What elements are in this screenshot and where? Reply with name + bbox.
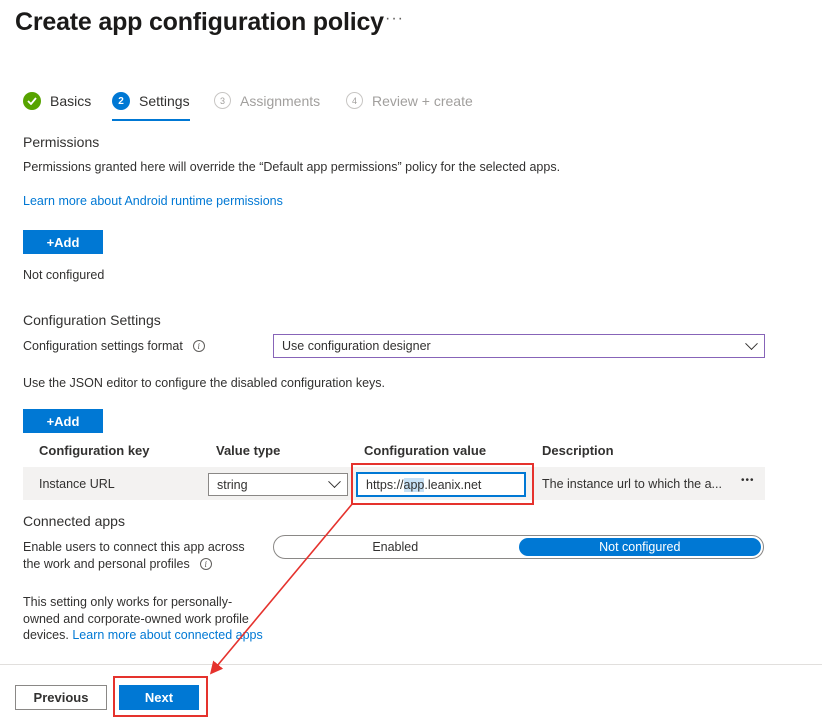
annotation-arrow-icon — [209, 502, 354, 675]
